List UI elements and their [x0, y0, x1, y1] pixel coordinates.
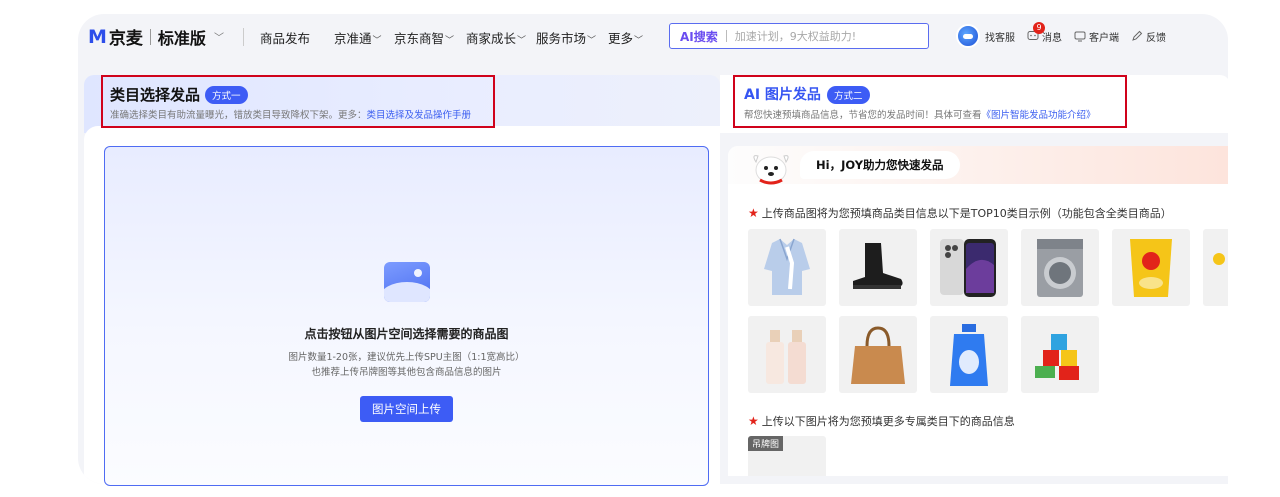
boot-icon — [853, 243, 903, 289]
method-two-pill: 方式二 — [827, 86, 870, 104]
nav-item-shangzhi[interactable]: 京东商智﹀ — [394, 28, 454, 47]
example-boot — [839, 229, 917, 306]
ai-publish-title: AI 图片发品 — [744, 87, 821, 103]
example-shirt — [748, 229, 826, 306]
tip-top10: ★ 上传商品图将为您预填商品类目信息以下是TOP10类目示例（功能包含全类目商品） — [748, 206, 1172, 220]
toy-blocks-icon — [1035, 334, 1079, 380]
top-header: M 京麦 标准版 ﹀ 商品发布 京准通﹀ 京东商智﹀ 商家成长﹀ 服务市场﹀ 更… — [78, 14, 1228, 60]
ai-search-label: AI搜索 — [680, 29, 718, 44]
star-icon: ★ — [748, 206, 759, 220]
nav-item-product-publish[interactable]: 商品发布 — [260, 28, 310, 47]
category-publish-title: 类目选择发品 — [110, 86, 201, 104]
chevron-down-icon[interactable]: ﹀ — [214, 29, 224, 44]
joy-greeting: Hi，JOY助力您快速发品 — [800, 151, 960, 179]
upload-desc-count: 图片数量1-20张，建议优先上传SPU主图（1:1宽高比） — [288, 352, 525, 363]
category-publish-desc: 准确选择类目有助流量曝光，错放类目导致降权下架。更多：类目选择及发品操作手册 — [110, 110, 472, 121]
nav-item-service-market[interactable]: 服务市场﹀ — [536, 28, 596, 47]
tip-more-categories: ★ 上传以下图片将为您预填更多专属类目下的商品信息 — [748, 414, 1015, 428]
method-one-pill: 方式一 — [205, 86, 248, 104]
phone-icon — [940, 239, 996, 297]
logo-divider — [149, 28, 151, 45]
feedback-link[interactable]: 反馈 — [1131, 29, 1166, 44]
header-divider — [243, 28, 244, 46]
image-space-upload-button[interactable]: 图片空间上传 — [360, 396, 453, 422]
example-toy-blocks — [1021, 316, 1099, 393]
search-input[interactable] — [734, 29, 905, 43]
star-icon: ★ — [748, 414, 759, 428]
chevron-down-icon: ﹀ — [587, 36, 597, 46]
client-link[interactable]: 客户端 — [1074, 29, 1119, 44]
hang-tag-label: 吊牌图 — [748, 436, 784, 451]
ai-publish-desc: 帮您快速预填商品信息，节省您的发品时间！具体可查看《图片智能发品功能介绍》 — [744, 110, 1096, 121]
example-hang-tag: 吊牌图 — [748, 436, 826, 476]
nav-item-merchant-growth[interactable]: 商家成长﹀ — [466, 28, 526, 47]
assistant-panel: Hi，JOY助力您快速发品 ★ 上传商品图将为您预填商品类目信息以下是TOP10类… — [728, 146, 1228, 476]
upload-dropzone[interactable]: 点击按钮从图片空间选择需要的商品图 图片数量1-20张，建议优先上传SPU主图（… — [104, 146, 709, 486]
example-phone — [930, 229, 1008, 306]
nav-item-more[interactable]: 更多﹀ — [608, 28, 643, 47]
example-chips — [1112, 229, 1190, 306]
customer-service-link[interactable]: 找客服 — [985, 29, 1015, 44]
customer-service-avatar-icon[interactable] — [956, 24, 980, 48]
chips-bag-icon — [1130, 239, 1172, 297]
detergent-bottle-icon — [950, 324, 988, 386]
chevron-down-icon: ﹀ — [634, 36, 644, 46]
washing-machine-icon — [1037, 239, 1083, 297]
chevron-down-icon: ﹀ — [372, 36, 382, 46]
example-washer — [1021, 229, 1099, 306]
shirt-icon — [764, 238, 810, 295]
messages-link[interactable]: 9 消息 — [1027, 21, 1062, 44]
edition-label[interactable]: 标准版 — [158, 25, 206, 49]
search-divider — [725, 30, 727, 42]
category-manual-link[interactable]: 类目选择及发品操作手册 — [367, 110, 472, 121]
image-placeholder-icon — [384, 262, 430, 302]
client-icon — [1074, 31, 1086, 42]
jingmai-logo-icon: M — [88, 25, 107, 48]
example-cosmetics — [748, 316, 826, 393]
chevron-down-icon: ﹀ — [517, 36, 527, 46]
handbag-icon — [851, 326, 905, 384]
logo[interactable]: M 京麦 标准版 ﹀ — [88, 24, 224, 50]
joy-mascot-icon — [753, 155, 789, 185]
nav-item-jingzhuntong[interactable]: 京准通﹀ — [334, 28, 382, 47]
message-count-badge: 9 — [1033, 21, 1045, 34]
decoration-icon — [1213, 253, 1225, 265]
edit-icon — [1132, 30, 1143, 41]
chevron-down-icon: ﹀ — [445, 36, 455, 46]
logo-text: 京麦 — [108, 29, 143, 49]
upload-title: 点击按钮从图片空间选择需要的商品图 — [304, 327, 509, 341]
ai-publish-intro-link[interactable]: 《图片智能发品功能介绍》 — [982, 110, 1096, 121]
ai-search-box[interactable]: AI搜索 — [669, 23, 929, 49]
cosmetics-bottle-icon — [766, 330, 806, 384]
example-detergent — [930, 316, 1008, 393]
example-partial — [1203, 229, 1228, 306]
example-handbag — [839, 316, 917, 393]
upload-desc-hint: 也推荐上传吊牌图等其他包含商品信息的图片 — [311, 367, 502, 378]
header-tools: 找客服 9 消息 客户端 反馈 — [956, 21, 1178, 48]
